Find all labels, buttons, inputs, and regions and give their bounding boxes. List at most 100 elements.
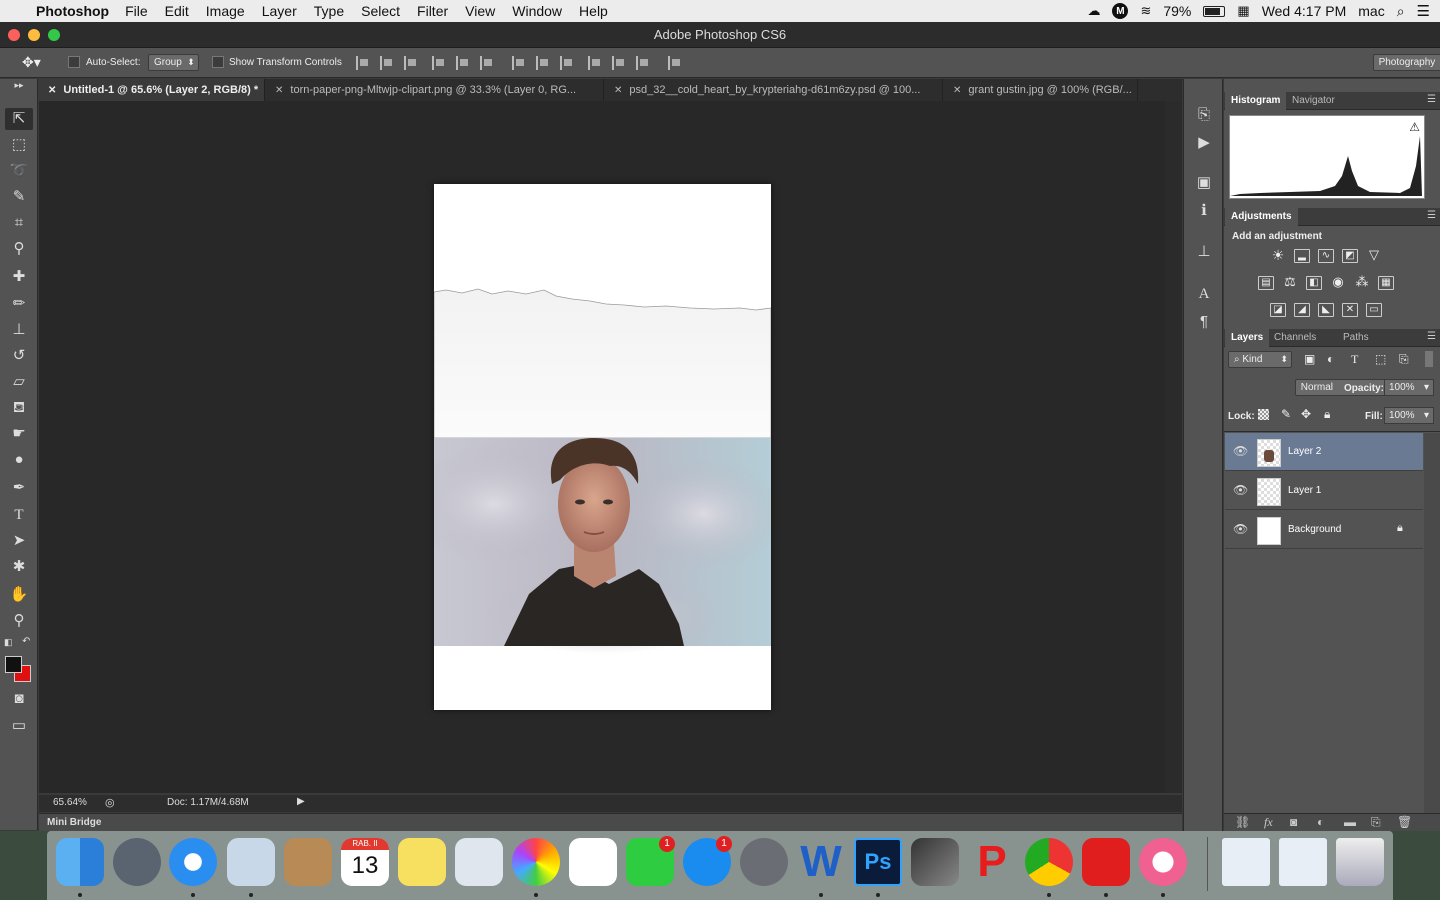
menu-image[interactable]: Image	[206, 3, 245, 19]
zoom-tool-icon[interactable]: ⚲	[5, 610, 33, 632]
foreground-color-swatch[interactable]	[5, 656, 22, 673]
align-vertical-centers-icon[interactable]	[380, 56, 394, 70]
paint-bucket-tool-icon[interactable]: ⛾	[5, 397, 33, 419]
visibility-eye-icon[interactable]: 👁︎	[1233, 483, 1248, 497]
brush-tool-icon[interactable]: ✏	[5, 293, 33, 315]
visibility-eye-icon[interactable]: 👁︎	[1233, 522, 1248, 536]
selective-color-icon[interactable]: ✕	[1342, 303, 1358, 317]
layer-thumbnail[interactable]	[1257, 478, 1281, 506]
gradient-map-icon[interactable]: ▭	[1366, 303, 1382, 317]
panel-menu-icon[interactable]: ☰	[1427, 210, 1436, 221]
channel-mixer-icon[interactable]: ⁂	[1354, 275, 1370, 290]
notes-icon[interactable]	[398, 838, 446, 886]
quick-selection-tool-icon[interactable]: ✎	[5, 186, 33, 208]
eraser-tool-icon[interactable]: ▱	[5, 371, 33, 393]
panel-menu-icon[interactable]: ☰	[1427, 331, 1436, 342]
spotlight-search-icon[interactable]: ⌕	[1397, 3, 1405, 20]
menu-help[interactable]: Help	[579, 3, 608, 19]
vertical-scrollbar[interactable]	[1165, 101, 1182, 793]
tab-untitled-1[interactable]: ✕ Untitled-1 @ 65.6% (Layer 2, RGB/8) *	[38, 79, 265, 101]
histogram-warning-icon[interactable]: ⚠	[1409, 120, 1420, 134]
auto-select-checkbox[interactable]	[68, 56, 80, 68]
finder-icon[interactable]	[56, 838, 104, 886]
battery-icon[interactable]	[1203, 5, 1226, 17]
status-info-icon[interactable]: ◎	[105, 796, 115, 809]
mini-bridge-label[interactable]: Mini Bridge	[47, 817, 101, 828]
exposure-icon[interactable]: ◩	[1342, 249, 1358, 263]
mini-bridge-panel[interactable]: Mini Bridge	[39, 813, 1182, 831]
tab-adjustments[interactable]: Adjustments	[1225, 208, 1298, 226]
chrome-icon[interactable]	[1025, 838, 1073, 886]
history-brush-tool-icon[interactable]: ↺	[5, 345, 33, 367]
photos-icon[interactable]	[512, 838, 560, 886]
new-adjustment-layer-icon[interactable]: ◐	[1317, 815, 1324, 829]
trash-icon[interactable]	[1336, 838, 1384, 886]
black-white-icon[interactable]: ◧	[1306, 276, 1322, 290]
info-panel-icon[interactable]: ℹ	[1194, 201, 1214, 221]
preview-icon[interactable]	[227, 838, 275, 886]
lock-image-icon[interactable]: ✎	[1281, 407, 1291, 421]
align-horizontal-centers-icon[interactable]	[456, 56, 470, 70]
clone-stamp-tool-icon[interactable]: ⊥	[5, 319, 33, 341]
opacity-field[interactable]: 100% ▾	[1384, 379, 1434, 396]
show-transform-checkbox[interactable]	[212, 56, 224, 68]
menu-edit[interactable]: Edit	[165, 3, 189, 19]
menu-filter[interactable]: Filter	[417, 3, 448, 19]
menu-view[interactable]: View	[465, 3, 495, 19]
tab-layers[interactable]: Layers	[1225, 329, 1270, 347]
healing-brush-tool-icon[interactable]: ✚	[5, 266, 33, 288]
tab-channels[interactable]: Channels	[1268, 329, 1322, 347]
wifi-icon[interactable]: ≋	[1140, 3, 1151, 19]
curves-icon[interactable]: ∿	[1318, 249, 1334, 263]
lock-transparent-icon[interactable]	[1258, 409, 1269, 420]
system-preferences-icon[interactable]	[740, 838, 788, 886]
brush-presets-icon[interactable]: ▣	[1194, 173, 1214, 193]
move-tool-preset-icon[interactable]: ✥▾	[22, 54, 41, 71]
distribute-top-icon[interactable]	[512, 56, 526, 70]
distribute-vertical-centers-icon[interactable]	[536, 56, 550, 70]
screen-mode-icon[interactable]: ▭	[5, 715, 33, 737]
itunes-icon[interactable]	[1139, 838, 1187, 886]
contacts-icon[interactable]	[284, 838, 332, 886]
crop-tool-icon[interactable]: ⌗	[5, 212, 33, 234]
auto-select-dropdown[interactable]: Group	[148, 54, 199, 71]
distribute-bottom-icon[interactable]	[560, 56, 574, 70]
layer-row-layer-1[interactable]: 👁︎ Layer 1	[1225, 472, 1423, 510]
document-canvas[interactable]	[434, 184, 771, 710]
dropdown-arrow-icon[interactable]: ▾	[1424, 382, 1429, 393]
filter-pixel-icon[interactable]: ▣	[1304, 352, 1315, 366]
marquee-tool-icon[interactable]: ⬚	[5, 134, 33, 156]
layer-row-background[interactable]: 👁︎ Background 🔒︎	[1225, 511, 1423, 549]
pen-tool-icon[interactable]: ✒	[5, 477, 33, 499]
acrobat-icon[interactable]: P	[968, 838, 1016, 886]
brightness-contrast-icon[interactable]: ☀	[1270, 248, 1286, 263]
menu-app-name[interactable]: Photoshop	[36, 3, 109, 19]
photo-filter-icon[interactable]: ◉	[1330, 275, 1346, 290]
battery-percent[interactable]: 79%	[1163, 3, 1191, 19]
hand-tool-icon[interactable]: ✋	[5, 584, 33, 606]
distribute-horizontal-centers-icon[interactable]	[612, 56, 626, 70]
distribute-right-icon[interactable]	[636, 56, 650, 70]
menu-type[interactable]: Type	[314, 3, 344, 19]
auto-align-layers-icon[interactable]	[668, 56, 682, 70]
safari-icon[interactable]	[169, 838, 217, 886]
calendar-menu-icon[interactable]: ▦	[1237, 3, 1249, 19]
default-colors-icon[interactable]: ◧	[4, 637, 13, 648]
color-balance-icon[interactable]: ⚖	[1282, 275, 1298, 290]
lock-position-icon[interactable]: ✥	[1301, 407, 1311, 421]
eyedropper-tool-icon[interactable]: ⚲	[5, 238, 33, 260]
tools-collapse-icon[interactable]: ▸▸	[5, 81, 33, 90]
move-tool-icon[interactable]: ⇱	[5, 108, 33, 130]
filter-shape-icon[interactable]: ⬚	[1375, 352, 1386, 366]
workspace-switcher[interactable]: Photography	[1372, 54, 1440, 71]
quick-mask-icon[interactable]: ◙	[5, 688, 33, 710]
final-cut-icon[interactable]	[911, 838, 959, 886]
user-name[interactable]: mac	[1358, 3, 1384, 19]
menu-layer[interactable]: Layer	[262, 3, 297, 19]
dodge-tool-icon[interactable]: ●	[5, 449, 33, 471]
close-tab-icon[interactable]: ✕	[953, 85, 961, 96]
layer-row-layer-2[interactable]: 👁︎ Layer 2	[1225, 433, 1423, 471]
layer-name[interactable]: Layer 2	[1288, 446, 1321, 457]
menu-file[interactable]: File	[125, 3, 148, 19]
filter-type-icon[interactable]: T	[1351, 352, 1358, 367]
